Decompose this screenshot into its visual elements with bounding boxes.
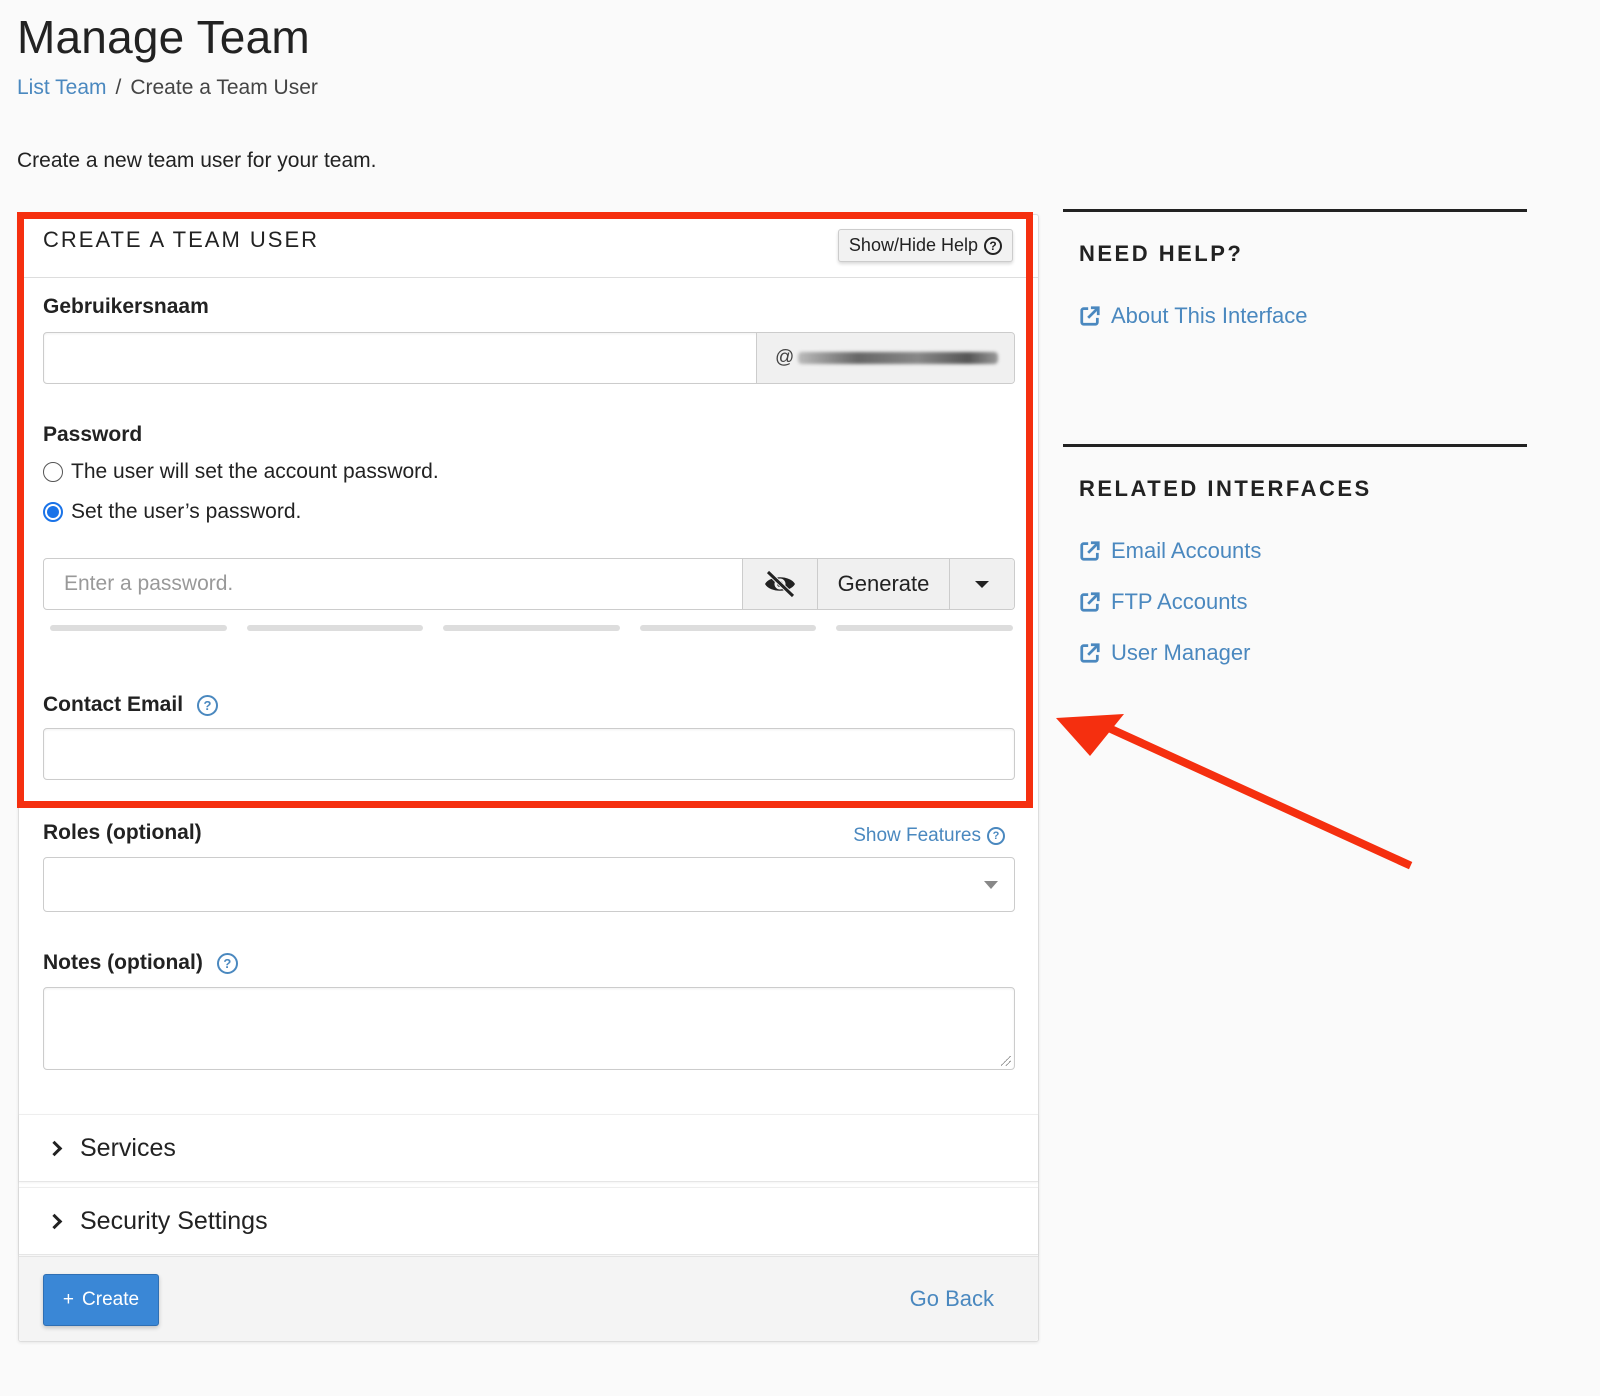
accordion-services[interactable]: Services [19, 1114, 1038, 1182]
need-help-section: NEED HELP? About This Interface [1063, 209, 1527, 328]
external-link-icon [1080, 643, 1100, 663]
strength-segment [443, 625, 620, 631]
password-label: Password [43, 423, 142, 447]
breadcrumb-current: Create a Team User [130, 76, 318, 99]
intro-text: Create a new team user for your team. [17, 149, 377, 172]
username-field-wrapper: @ [43, 332, 1015, 384]
generate-options-dropdown-button[interactable] [949, 559, 1014, 609]
radio-label: The user will set the account password. [71, 460, 439, 483]
help-question-icon[interactable]: ? [216, 952, 238, 974]
username-label-text: Gebruikersnaam [43, 295, 209, 318]
breadcrumb: List Team / Create a Team User [17, 76, 318, 100]
eye-slash-icon [765, 570, 795, 598]
password-label-text: Password [43, 423, 143, 446]
link-label: User Manager [1111, 640, 1251, 665]
related-interfaces-title: RELATED INTERFACES [1079, 476, 1372, 501]
strength-segment [639, 625, 817, 631]
external-link-icon [1080, 306, 1100, 326]
external-link-icon [1080, 592, 1100, 612]
notes-label: Notes (optional) ? [43, 951, 238, 975]
notes-textarea[interactable] [44, 988, 1014, 1069]
external-link-icon [1080, 541, 1100, 561]
link-label: About This Interface [1111, 303, 1308, 328]
show-hide-help-button[interactable]: Show/Hide Help ? [837, 229, 1013, 262]
section-divider [1063, 209, 1527, 212]
show-features-label: Show Features [853, 825, 981, 846]
username-label: Gebruikersnaam [43, 295, 209, 319]
redacted-domain [798, 352, 999, 364]
link-label: FTP Accounts [1111, 589, 1248, 614]
email-accounts-link[interactable]: Email Accounts [1079, 538, 1261, 564]
user-manager-link[interactable]: User Manager [1079, 640, 1250, 666]
accordion-security-settings[interactable]: Security Settings [19, 1187, 1038, 1255]
caret-down-icon [975, 580, 989, 588]
roles-select[interactable] [43, 857, 1015, 912]
ftp-accounts-link[interactable]: FTP Accounts [1079, 589, 1248, 615]
card-header: CREATE A TEAM USER Show/Hide Help ? [19, 215, 1038, 278]
question-circle-icon: ? [984, 236, 1002, 255]
about-this-interface-link[interactable]: About This Interface [1079, 303, 1308, 329]
create-button[interactable]: + Create [43, 1274, 159, 1326]
contact-email-label-text: Contact Email [43, 693, 184, 716]
show-hide-help-label: Show/Hide Help [848, 235, 978, 255]
radio-set-users-password[interactable]: Set the user’s password. [43, 500, 301, 524]
strength-segment [836, 625, 1013, 631]
password-input-group: Generate [43, 558, 1015, 610]
strength-segment [246, 625, 424, 631]
card-footer: + Create Go Back [19, 1256, 1038, 1341]
create-button-label: Create [82, 1289, 140, 1310]
link-label: Email Accounts [1111, 538, 1262, 563]
toggle-password-visibility-button[interactable] [742, 559, 817, 609]
card-title: CREATE A TEAM USER [43, 227, 320, 252]
notes-field-wrapper [43, 987, 1015, 1070]
breadcrumb-separator: / [115, 76, 122, 99]
generate-password-button[interactable]: Generate [817, 559, 949, 609]
related-interfaces-section: RELATED INTERFACES Email Accounts FTP Ac… [1063, 444, 1527, 665]
breadcrumb-list-team-link[interactable]: List Team [17, 76, 107, 99]
chevron-right-icon [46, 1140, 63, 1156]
accordion-label: Security Settings [80, 1206, 268, 1235]
create-team-user-card: CREATE A TEAM USER Show/Hide Help ? Gebr… [18, 214, 1039, 1342]
page-title: Manage Team [17, 11, 310, 63]
password-input[interactable] [44, 559, 742, 609]
resize-handle-icon[interactable] [1001, 1056, 1011, 1066]
contact-email-field-wrapper [43, 728, 1015, 780]
username-input[interactable] [44, 333, 756, 383]
show-features-link[interactable]: Show Features ? [853, 825, 1005, 847]
notes-label-text: Notes (optional) [43, 951, 203, 974]
radio-user-sets-password[interactable]: The user will set the account password. [43, 460, 439, 484]
contact-email-input[interactable] [44, 729, 1014, 779]
password-strength-meter [50, 625, 1013, 631]
contact-email-label: Contact Email ? [43, 693, 219, 717]
go-back-link[interactable]: Go Back [910, 1286, 994, 1312]
at-sign: @ [775, 347, 795, 368]
question-circle-icon: ? [987, 827, 1005, 845]
domain-addon: @ [756, 333, 1014, 383]
radio-label: Set the user’s password. [71, 500, 302, 523]
strength-segment [50, 625, 227, 631]
chevron-right-icon [46, 1213, 63, 1229]
section-divider [1063, 444, 1527, 447]
accordion-label: Services [80, 1133, 176, 1162]
radio-button-checked[interactable] [43, 502, 63, 522]
dropdown-arrow-icon [984, 881, 998, 889]
help-question-icon[interactable]: ? [197, 694, 219, 716]
radio-button-unchecked[interactable] [43, 462, 63, 482]
need-help-title: NEED HELP? [1079, 241, 1244, 266]
roles-label: Roles (optional) [43, 821, 202, 845]
annotation-arrow-icon [1056, 714, 1413, 870]
plus-icon: + [62, 1289, 75, 1310]
roles-label-text: Roles (optional) [43, 821, 202, 844]
